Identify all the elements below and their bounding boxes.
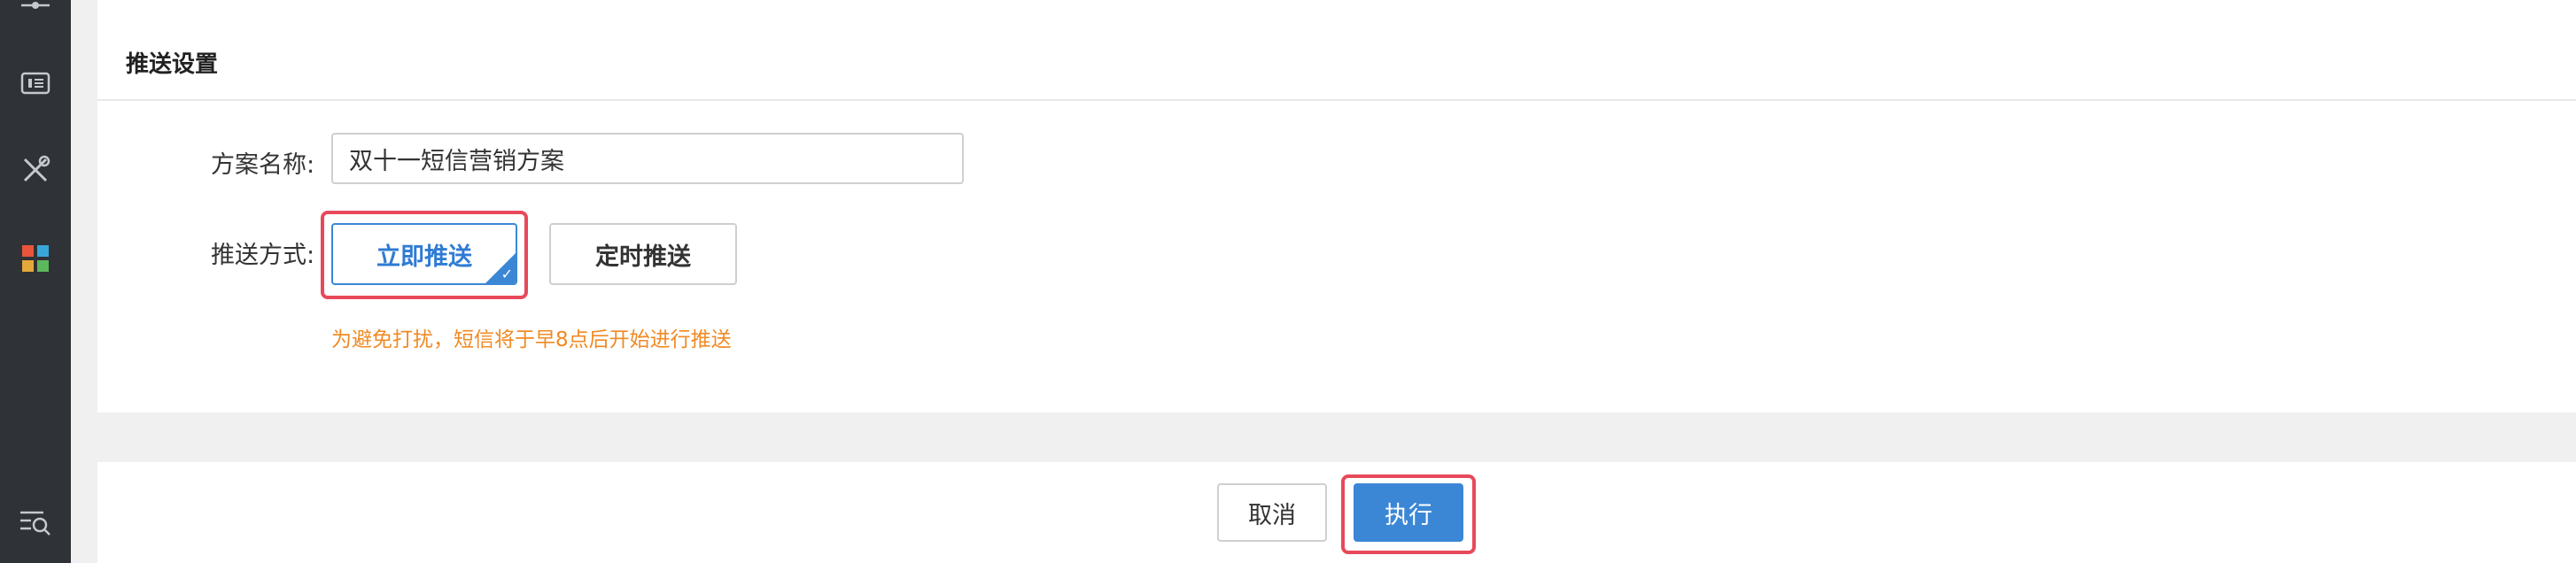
push-now-option[interactable]: 立即推送 ✓: [331, 223, 517, 285]
plan-name-label: 方案名称:: [211, 151, 315, 179]
scheduled-push-option[interactable]: 定时推送: [549, 223, 737, 285]
title-divider: [97, 99, 2576, 101]
push-now-label: 立即推送: [376, 243, 472, 271]
apps-grid-icon[interactable]: [16, 241, 55, 276]
search-list-icon[interactable]: [16, 505, 55, 540]
section-title: 推送设置: [126, 51, 219, 78]
sidebar: [0, 0, 71, 563]
push-settings-panel: 推送设置 方案名称: 推送方式: 立即推送 ✓ 定时推送 为避免打扰，短信将于早…: [97, 0, 2576, 413]
slider-icon[interactable]: [16, 0, 55, 23]
execute-button[interactable]: 执行: [1354, 483, 1463, 542]
check-icon: ✓: [500, 266, 513, 282]
tools-icon[interactable]: [16, 152, 55, 188]
scheduled-push-label: 定时推送: [595, 243, 691, 271]
plan-name-input[interactable]: [331, 133, 964, 184]
push-hint-text: 为避免打扰，短信将于早8点后开始进行推送: [331, 328, 732, 351]
push-method-label: 推送方式:: [211, 242, 315, 269]
ticket-icon[interactable]: [16, 66, 55, 101]
cancel-button[interactable]: 取消: [1217, 483, 1327, 542]
footer-actions: 取消 执行: [97, 462, 2576, 563]
